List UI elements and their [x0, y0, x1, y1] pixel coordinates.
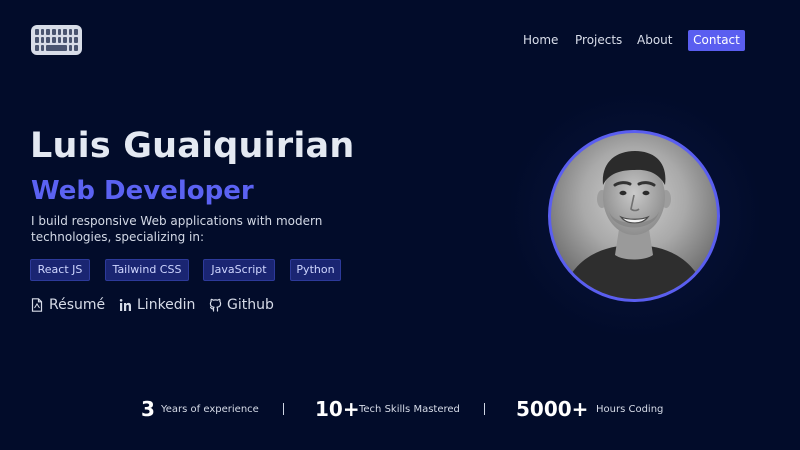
- profile-photo: [561, 151, 707, 299]
- skill-tag: JavaScript: [203, 259, 275, 281]
- nav-home[interactable]: Home: [523, 30, 558, 50]
- stat-value: 3: [141, 397, 155, 421]
- skill-tag: Python: [290, 259, 341, 281]
- document-icon: [31, 298, 43, 312]
- hero-role: Web Developer: [31, 176, 254, 206]
- main-nav: Home Projects About Contact: [0, 30, 800, 51]
- hero-description: I build responsive Web applications with…: [31, 214, 323, 244]
- stat-value: 10+: [315, 397, 360, 421]
- linkedin-icon: [119, 299, 131, 311]
- nav-projects[interactable]: Projects: [575, 30, 622, 50]
- github-link[interactable]: Github: [209, 295, 289, 315]
- skill-tag: React JS: [30, 259, 90, 281]
- github-icon: [209, 298, 222, 312]
- github-link-label: Github: [227, 297, 274, 313]
- stat-value: 5000+: [516, 397, 589, 421]
- hero-name: Luis Guaiquirian: [30, 126, 355, 166]
- stat-label: Tech Skills Mastered: [359, 404, 460, 415]
- stats-bar: 3 Years of experience 10+ Tech Skills Ma…: [0, 395, 800, 425]
- stat-divider: [283, 403, 284, 415]
- resume-link-label: Résumé: [49, 297, 106, 313]
- nav-about[interactable]: About: [637, 30, 672, 50]
- stat-divider: [484, 403, 485, 415]
- stat-label: Years of experience: [161, 404, 259, 415]
- linkedin-link[interactable]: Linkedin: [119, 295, 209, 315]
- contact-button[interactable]: Contact: [688, 30, 745, 51]
- skill-tag: Tailwind CSS: [105, 259, 189, 281]
- linkedin-link-label: Linkedin: [137, 297, 196, 313]
- resume-link[interactable]: Résumé: [31, 295, 111, 315]
- stat-label: Hours Coding: [596, 404, 664, 415]
- avatar: [548, 130, 720, 302]
